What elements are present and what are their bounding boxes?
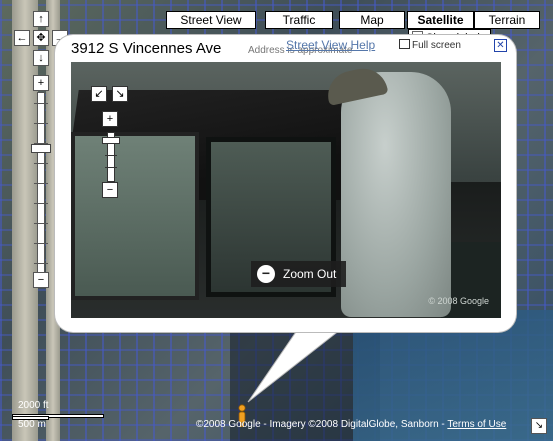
full-screen-link[interactable]: Full screen <box>399 39 461 51</box>
zoom-tick <box>34 103 48 104</box>
zoom-tick <box>34 183 48 184</box>
zoom-in-button[interactable]: + <box>33 75 49 91</box>
traffic-button[interactable]: Traffic <box>265 11 333 29</box>
map-copyright: ©2008 Google - Imagery ©2008 DigitalGlob… <box>196 419 506 430</box>
zoom-tick <box>34 243 48 244</box>
pan-left-button[interactable]: ← <box>14 30 30 46</box>
terrain-button[interactable]: Terrain <box>474 11 540 29</box>
sv-zoom-tick <box>105 167 117 168</box>
street-view-button[interactable]: Street View <box>166 11 256 29</box>
rotate-left-button[interactable]: ↙ <box>91 86 107 102</box>
zoom-slider-track[interactable] <box>34 92 48 274</box>
scale-imperial-label: 2000 ft <box>18 400 49 411</box>
street-view-help-link[interactable]: Street View Help <box>286 38 375 52</box>
sv-zoom-tick <box>105 155 117 156</box>
zoom-tick <box>34 203 48 204</box>
zoom-out-overlay-button[interactable]: − Zoom Out <box>251 261 346 287</box>
pan-down-button[interactable]: ↓ <box>33 50 49 66</box>
fullscreen-icon <box>399 39 410 49</box>
car-rear-window <box>71 132 199 300</box>
minus-circle-icon: − <box>257 265 275 283</box>
person-figure <box>341 72 451 317</box>
sv-zoom-thumb[interactable] <box>102 137 120 144</box>
rotate-right-button[interactable]: ↘ <box>112 86 128 102</box>
full-screen-label: Full screen <box>412 40 461 51</box>
terms-of-use-link[interactable]: Terms of Use <box>447 419 506 430</box>
pan-center-button[interactable]: ✥ <box>33 30 49 46</box>
overview-toggle-icon[interactable]: ↘ <box>531 418 547 434</box>
copyright-text: ©2008 Google - Imagery ©2008 DigitalGlob… <box>196 419 448 430</box>
sv-zoom-in-button[interactable]: + <box>102 111 118 127</box>
zoom-out-button[interactable]: − <box>33 272 49 288</box>
address-title: 3912 S Vincennes Ave <box>71 40 222 57</box>
zoom-out-label: Zoom Out <box>283 267 337 281</box>
scale-metric-label: 500 m <box>18 419 46 430</box>
satellite-button[interactable]: Satellite <box>407 11 474 29</box>
sv-zoom-out-button[interactable]: − <box>102 182 118 198</box>
zoom-tick <box>34 163 48 164</box>
close-icon[interactable]: ✕ <box>494 39 507 52</box>
map-button[interactable]: Map <box>339 11 405 29</box>
zoom-tick <box>34 263 48 264</box>
zoom-slider-thumb[interactable] <box>31 144 51 153</box>
zoom-tick <box>34 123 48 124</box>
zoom-tick <box>34 223 48 224</box>
highway-strip <box>12 0 38 441</box>
photo-copyright: © 2008 Google <box>428 296 489 306</box>
pan-up-button[interactable]: ↑ <box>33 11 49 27</box>
